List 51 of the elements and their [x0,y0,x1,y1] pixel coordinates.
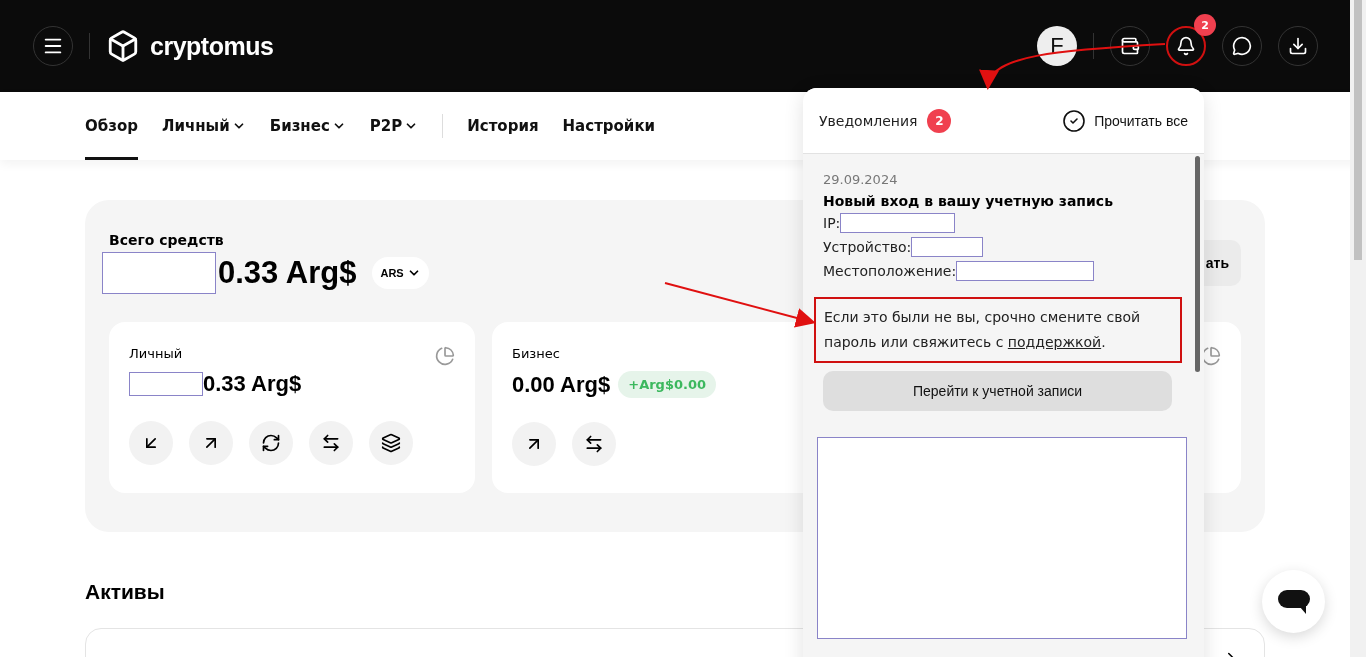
transfer-button[interactable] [309,421,353,465]
scrollbar-thumb[interactable] [1195,156,1200,372]
notification-title: Новый вход в вашу учетную запись [823,193,1114,209]
avatar[interactable]: F [1037,26,1077,66]
cube-logo-icon [106,29,140,63]
count-badge: 2 [927,108,952,133]
read-all-button[interactable]: Прочитать все [1062,108,1188,133]
check-circle-icon [1062,108,1087,133]
nav-tab[interactable]: Обзор [85,92,138,160]
nav-link[interactable]: История [467,92,539,160]
stake-button[interactable] [369,421,413,465]
pie-chart-icon[interactable] [435,346,455,366]
speech-bubble-icon [1232,36,1252,56]
support-link[interactable]: поддержкой [1007,334,1102,350]
wallet-icon [1120,36,1140,56]
currency-select[interactable]: ARS [372,257,429,289]
swap-arrows-icon [321,433,341,453]
field-label: IP: [823,215,841,231]
exchange-button[interactable] [249,421,293,465]
notification-date: 29.09.2024 [823,172,899,187]
wallet-name: Бизнес [512,346,560,361]
pie-chart-icon[interactable] [1201,346,1221,366]
wallet-amount: 0.33 Arg$ [203,371,302,397]
nav-tab[interactable]: Личный [162,92,246,160]
swap-arrows-icon [584,434,604,454]
section-title: Активы [85,580,166,604]
nav-tab[interactable]: Бизнес [269,92,346,160]
refresh-icon [261,433,281,453]
send-button[interactable] [189,421,233,465]
notification-badge: 2 [1194,14,1216,36]
send-button[interactable] [512,422,556,466]
total-amount: 0.33 Arg$ [218,255,357,291]
warning-text: Если это были не вы, срочно смените свой пароль или свяжитесь с поддержкой. [814,297,1182,363]
nav-tab[interactable]: P2P [369,92,419,160]
go-to-account-button[interactable]: Перейти к учетной записи [823,371,1172,411]
nav-link[interactable]: Настройки [562,92,656,160]
change-badge: +Arg$0.00 [618,371,717,398]
page-scrollbar[interactable] [1350,0,1366,657]
bell-icon [1176,36,1196,56]
wallet-name: Личный [129,346,183,361]
chat-widget-button[interactable] [1262,570,1325,633]
logo-text[interactable]: cryptomus [150,31,274,61]
layers-icon [381,433,401,453]
receive-button[interactable] [129,421,173,465]
transfer-button[interactable] [572,422,616,466]
field-label: Устройство: [823,239,912,255]
panel-title: Уведомления [819,112,918,129]
download-icon [1288,36,1308,56]
field-label: Местоположение: [823,263,957,279]
total-label: Всего средств [109,232,225,248]
wallet-amount: 0.00 Arg$ [512,371,611,398]
